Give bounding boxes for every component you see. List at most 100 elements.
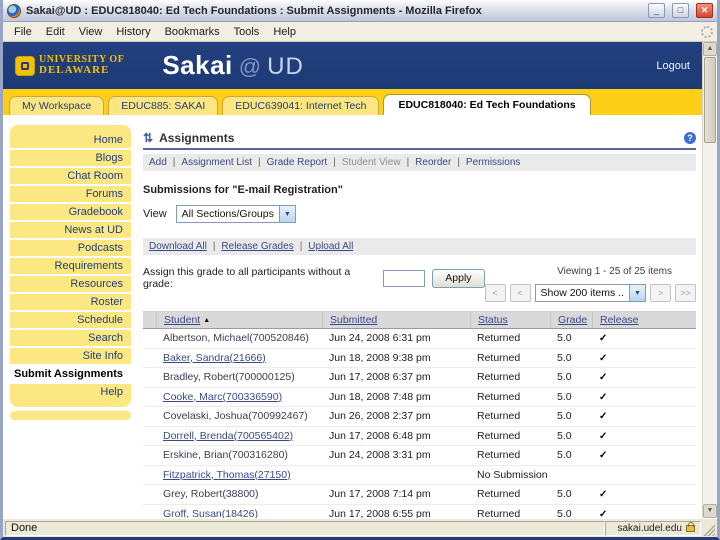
- activity-throbber-icon: [701, 25, 713, 38]
- assign-grade-label: Assign this grade to all participants wi…: [143, 266, 351, 290]
- col-header-student: Student ▲: [156, 312, 322, 328]
- sort-link-status[interactable]: Status: [478, 314, 508, 326]
- action-permissions[interactable]: Permissions: [466, 157, 520, 168]
- minimize-button[interactable]: _: [648, 3, 665, 18]
- menu-bookmarks[interactable]: Bookmarks: [158, 24, 227, 40]
- action-student-view[interactable]: Student View: [342, 157, 401, 168]
- sort-link-grade[interactable]: Grade: [558, 314, 587, 326]
- bulk-release-grades[interactable]: Release Grades: [221, 241, 293, 252]
- sidebar-item-news-at-ud[interactable]: News at UD: [10, 222, 131, 240]
- maximize-button[interactable]: □: [672, 3, 689, 18]
- release-check-icon: ✓: [599, 333, 608, 345]
- table-row: Cooke, Marc(700336590) Jun 18, 2008 7:48 …: [143, 388, 696, 407]
- chevron-down-icon[interactable]: ▼: [629, 285, 645, 301]
- release-cell: ✓: [592, 332, 696, 344]
- col-header-spacer: [143, 312, 156, 328]
- sidebar: Home Blogs Chat Room Forums Gradebook News at…: [3, 115, 135, 518]
- action-reorder[interactable]: Reorder: [415, 157, 451, 168]
- sidebar-item-home[interactable]: Home: [10, 132, 131, 150]
- menu-help[interactable]: Help: [266, 24, 303, 40]
- action-separator: |: [258, 157, 261, 168]
- menu-file[interactable]: File: [7, 24, 39, 40]
- action-separator: |: [333, 157, 336, 168]
- site-banner: UNIVERSITY OF DELAWARE Sakai @ UD Logout: [3, 42, 702, 89]
- brand-sakai: Sakai: [162, 50, 233, 80]
- student-name-link[interactable]: Dorrell, Brenda(700565402): [163, 430, 293, 442]
- brand-ud: UD: [267, 53, 304, 80]
- tab-my-workspace[interactable]: My Workspace: [9, 96, 105, 115]
- menu-tools[interactable]: Tools: [227, 24, 267, 40]
- page-size-select[interactable]: Show 200 items .. ▼: [534, 284, 646, 302]
- apply-button[interactable]: Apply: [432, 268, 485, 288]
- sidebar-item-submit-assignments[interactable]: Submit Assignments: [10, 366, 131, 384]
- sidebar-item-help[interactable]: Help: [10, 384, 131, 400]
- tab-educ818040-ed-tech-foundations[interactable]: EDUC818040: Ed Tech Foundations: [383, 94, 591, 115]
- menu-edit[interactable]: Edit: [39, 24, 72, 40]
- last-page-button[interactable]: >>: [675, 284, 696, 302]
- security-lock-icon: [686, 521, 695, 532]
- sidebar-item-forums[interactable]: Forums: [10, 186, 131, 204]
- bulk-download-all[interactable]: Download All: [149, 241, 207, 252]
- ud-logo-text: UNIVERSITY OF DELAWARE: [39, 55, 124, 76]
- first-page-button[interactable]: <: [484, 284, 506, 302]
- release-cell: ✓: [592, 488, 696, 500]
- sort-link-submitted[interactable]: Submitted: [330, 314, 377, 326]
- menu-view[interactable]: View: [72, 24, 110, 40]
- status-cell: Returned: [477, 351, 521, 364]
- sidebar-item-chat-room[interactable]: Chat Room: [10, 168, 131, 186]
- chevron-down-icon[interactable]: ▼: [278, 206, 295, 222]
- sidebar-item-gradebook[interactable]: Gradebook: [10, 204, 131, 222]
- page-size-value: Show 200 items ..: [540, 287, 624, 299]
- view-row: View All Sections/Groups ▼: [143, 205, 696, 223]
- sort-ascending-icon: ▲: [203, 316, 211, 324]
- sidebar-item-podcasts[interactable]: Podcasts: [10, 240, 131, 258]
- page-title: Assignments: [159, 131, 235, 145]
- scrollbar-track[interactable]: [703, 144, 717, 504]
- bulk-separator: |: [212, 241, 216, 252]
- tab-educ639041-internet-tech[interactable]: EDUC639041: Internet Tech: [222, 96, 380, 115]
- sidebar-item-requirements[interactable]: Requirements: [10, 258, 131, 276]
- col-header-grade: Grade: [550, 312, 592, 328]
- sidebar-item-search[interactable]: Search: [10, 330, 131, 348]
- help-icon[interactable]: ?: [684, 132, 696, 144]
- sections-select[interactable]: All Sections/Groups ▼: [175, 205, 296, 223]
- sort-link-release[interactable]: Release: [600, 314, 639, 326]
- sidebar-item-resources[interactable]: Resources: [10, 276, 131, 294]
- vertical-scrollbar[interactable]: ▲ ▼: [702, 42, 717, 518]
- close-button[interactable]: ✕: [696, 3, 713, 18]
- sidebar-item-blogs[interactable]: Blogs: [10, 150, 131, 168]
- previous-page-button[interactable]: <: [509, 284, 531, 302]
- scrollbar-thumb[interactable]: [704, 57, 716, 143]
- logout-link[interactable]: Logout: [656, 60, 690, 72]
- grade-cell: 5.0: [557, 429, 572, 442]
- next-page-button[interactable]: >: [650, 284, 671, 302]
- grade-cell: 5.0: [557, 507, 572, 518]
- sidebar-item-roster[interactable]: Roster: [10, 294, 131, 312]
- grade-input[interactable]: [383, 269, 426, 287]
- window-title: Sakai@UD : EDUC818040: Ed Tech Foundatio…: [26, 4, 482, 17]
- action-add[interactable]: Add: [149, 157, 167, 168]
- submitted-cell: Jun 26, 2008 2:37 pm: [329, 410, 431, 423]
- bulk-upload-all[interactable]: Upload All: [308, 241, 353, 252]
- status-text: Done: [5, 520, 605, 536]
- menu-history[interactable]: History: [109, 24, 157, 40]
- release-check-icon: ✓: [599, 411, 608, 423]
- student-name-link[interactable]: Baker, Sandra(21666): [163, 352, 266, 364]
- action-assignment-list[interactable]: Assignment List: [181, 157, 252, 168]
- page-body: Home Blogs Chat Room Forums Gradebook News at…: [3, 115, 702, 518]
- action-grade-report[interactable]: Grade Report: [267, 157, 328, 168]
- sidebar-item-schedule[interactable]: Schedule: [10, 312, 131, 330]
- sidebar-item-site-info[interactable]: Site Info: [10, 348, 131, 366]
- resize-grip[interactable]: [701, 520, 715, 536]
- sort-link-student[interactable]: Student: [164, 314, 200, 326]
- student-name-link[interactable]: Fitzpatrick, Thomas(27150): [163, 469, 291, 481]
- student-cell: Cooke, Marc(700336590): [156, 391, 322, 403]
- brand-at: @: [238, 54, 262, 79]
- student-name-link[interactable]: Cooke, Marc(700336590): [163, 391, 282, 403]
- scroll-up-icon[interactable]: ▲: [703, 42, 717, 56]
- menu-bar-items: File Edit View History Bookmarks Tools Help: [7, 24, 303, 40]
- status-domain: sakai.udel.edu: [617, 522, 683, 534]
- tab-educ885-sakai[interactable]: EDUC885: SAKAI: [108, 96, 219, 115]
- scroll-down-icon[interactable]: ▼: [703, 504, 717, 518]
- student-name-link[interactable]: Groff, Susan(18426): [163, 508, 258, 518]
